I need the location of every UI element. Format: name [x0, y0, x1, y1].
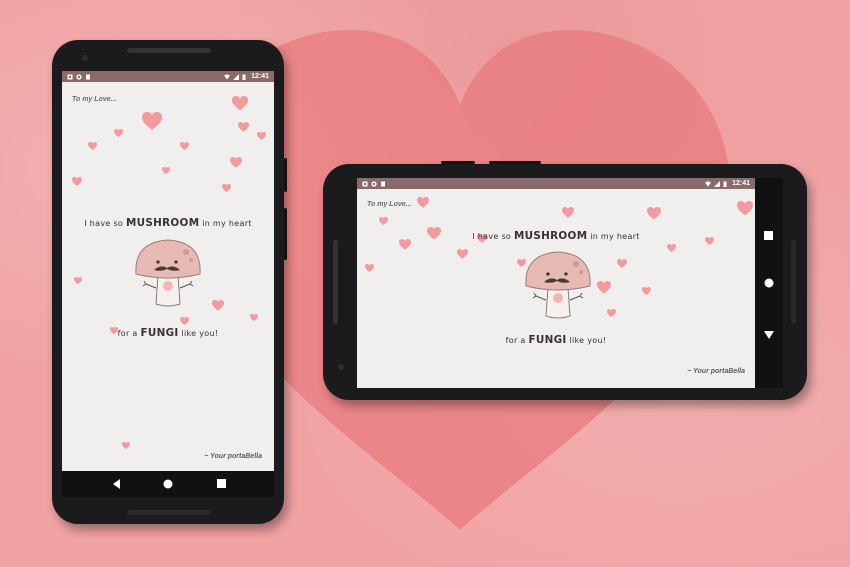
portrait-screen: 12:41 To my Love... I have so MUSHROOM i…: [62, 71, 274, 471]
line2-end: like you!: [569, 336, 607, 345]
heart-icon: [562, 207, 574, 218]
status-bar: 12:41: [62, 71, 274, 82]
heart-icon: [180, 317, 189, 326]
right-speaker: [791, 240, 796, 324]
notification-circle-icon: [371, 180, 377, 187]
home-icon[interactable]: [163, 479, 173, 489]
heart-icon: [222, 184, 231, 193]
headline-line-1: I have so MUSHROOM in my heart: [357, 230, 755, 242]
heart-icon: [417, 197, 429, 208]
recents-icon[interactable]: [764, 231, 773, 240]
back-icon[interactable]: [112, 479, 121, 489]
heart-icon: [232, 96, 248, 111]
line1-start: I have so: [84, 219, 124, 228]
wifi-icon: [705, 181, 712, 186]
signal-icon: [714, 180, 721, 187]
back-icon[interactable]: [764, 330, 774, 339]
power-button[interactable]: [284, 158, 287, 192]
notification-app-icon: [362, 181, 368, 186]
heart-icon: [74, 277, 82, 285]
heart-icon: [142, 112, 162, 130]
heart-icon: [180, 142, 189, 151]
line2-emphasis: FUNGI: [528, 334, 567, 346]
line2-start: for a: [117, 329, 138, 338]
notification-app-icon: [67, 74, 73, 79]
heart-icon: [379, 217, 388, 226]
status-bar: 12:41: [357, 178, 755, 189]
top-speaker: [127, 48, 211, 53]
heart-icon: [607, 309, 616, 318]
heart-icon: [230, 157, 242, 168]
line2-start: for a: [505, 336, 526, 345]
signature-text: ~ Your portaBella: [204, 453, 262, 460]
line1-start: I have so: [472, 232, 512, 241]
heart-icon: [257, 132, 266, 141]
heart-icon: [737, 201, 753, 216]
heart-icon: [238, 122, 249, 132]
mushroom-illustration: [525, 251, 591, 319]
heart-icon: [250, 314, 258, 322]
headline-line-2: for a FUNGI like you!: [62, 327, 274, 339]
heart-icon: [114, 129, 123, 138]
left-speaker: [333, 240, 338, 324]
nav-bar: [62, 471, 274, 497]
heart-icon: [617, 259, 627, 268]
heart-icon: [212, 300, 224, 311]
notification-sdcard-icon: [86, 74, 90, 79]
heart-icon: [72, 177, 82, 186]
mushroom-illustration: [135, 239, 201, 307]
heart-icon: [122, 442, 130, 450]
signature-text: ~ Your portaBella: [687, 368, 745, 375]
line1-end: in my heart: [202, 219, 252, 228]
volume-button[interactable]: [284, 208, 287, 260]
heart-icon: [667, 244, 676, 253]
status-time: 12:41: [251, 73, 269, 80]
landscape-screen: 12:41 To my Love... I have so MUSHROOM i…: [357, 178, 755, 388]
front-camera: [338, 364, 344, 370]
line1-end: in my heart: [590, 232, 640, 241]
line2-emphasis: FUNGI: [140, 327, 179, 339]
home-icon[interactable]: [764, 278, 774, 288]
front-camera: [82, 55, 88, 61]
wifi-icon: [224, 74, 231, 79]
bottom-speaker: [127, 510, 211, 515]
notification-circle-icon: [76, 73, 82, 80]
battery-icon: [723, 181, 727, 187]
heart-icon: [365, 264, 374, 273]
signal-icon: [233, 73, 240, 80]
heart-icon: [647, 207, 661, 220]
heart-icon: [642, 287, 651, 296]
power-button[interactable]: [441, 161, 475, 164]
recents-icon[interactable]: [217, 479, 226, 488]
volume-button[interactable]: [489, 161, 541, 164]
portrait-phone: 12:41 To my Love... I have so MUSHROOM i…: [52, 40, 287, 524]
heart-icon: [88, 142, 97, 151]
line1-emphasis: MUSHROOM: [125, 217, 200, 229]
status-time: 12:41: [732, 180, 750, 187]
heart-icon: [597, 281, 611, 294]
line2-end: like you!: [181, 329, 219, 338]
heart-icon: [162, 167, 170, 175]
heart-icon: [457, 249, 468, 259]
notification-sdcard-icon: [381, 181, 385, 186]
headline-line-1: I have so MUSHROOM in my heart: [62, 217, 274, 229]
nav-bar: [755, 178, 783, 388]
line1-emphasis: MUSHROOM: [513, 230, 588, 242]
headline-line-2: for a FUNGI like you!: [357, 334, 755, 346]
landscape-phone: 12:41 To my Love... I have so MUSHROOM i…: [323, 161, 807, 400]
battery-icon: [242, 74, 246, 80]
